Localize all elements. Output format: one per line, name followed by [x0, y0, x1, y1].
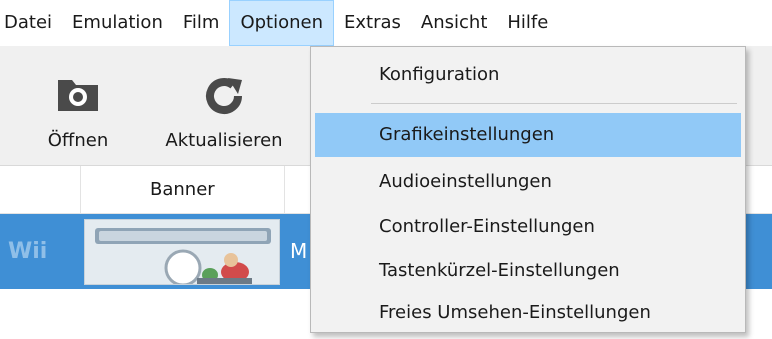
- column-separator: [284, 166, 285, 214]
- menubar: Datei Emulation Film Optionen Extras Ans…: [0, 0, 772, 46]
- menu-emulation[interactable]: Emulation: [62, 0, 173, 46]
- menu-item-konfiguration[interactable]: Konfiguration: [315, 53, 741, 97]
- menu-separator: [371, 103, 737, 104]
- menu-extras[interactable]: Extras: [334, 0, 411, 46]
- menu-item-freies-umsehen-einstellungen[interactable]: Freies Umsehen-Einstellungen: [315, 291, 741, 335]
- menu-ansicht[interactable]: Ansicht: [411, 0, 497, 46]
- refresh-icon: [202, 74, 246, 122]
- refresh-label: Aktualisieren: [165, 130, 283, 151]
- game-banner-image: [84, 219, 280, 285]
- menu-item-audioeinstellungen[interactable]: Audioeinstellungen: [315, 160, 741, 204]
- menu-hilfe[interactable]: Hilfe: [497, 0, 558, 46]
- camera-folder-icon: [55, 74, 101, 118]
- menu-datei[interactable]: Datei: [0, 0, 62, 46]
- menu-item-tastenkuerzel-einstellungen[interactable]: Tastenkürzel-Einstellungen: [315, 249, 741, 293]
- open-label: Öffnen: [47, 130, 109, 151]
- open-button[interactable]: Öffnen: [30, 46, 126, 166]
- column-separator: [80, 166, 81, 214]
- menu-optionen[interactable]: Optionen: [229, 0, 335, 46]
- platform-label: Wii: [8, 239, 48, 264]
- menu-film[interactable]: Film: [173, 0, 230, 46]
- menu-item-grafikeinstellungen[interactable]: Grafikeinstellungen: [315, 113, 741, 157]
- options-dropdown-menu: Konfiguration Grafikeinstellungen Audioe…: [310, 46, 746, 333]
- refresh-button[interactable]: Aktualisieren: [154, 46, 294, 166]
- menu-item-controller-einstellungen[interactable]: Controller-Einstellungen: [315, 205, 741, 249]
- column-banner-header[interactable]: Banner: [150, 166, 215, 214]
- game-title-cell: M: [290, 239, 308, 263]
